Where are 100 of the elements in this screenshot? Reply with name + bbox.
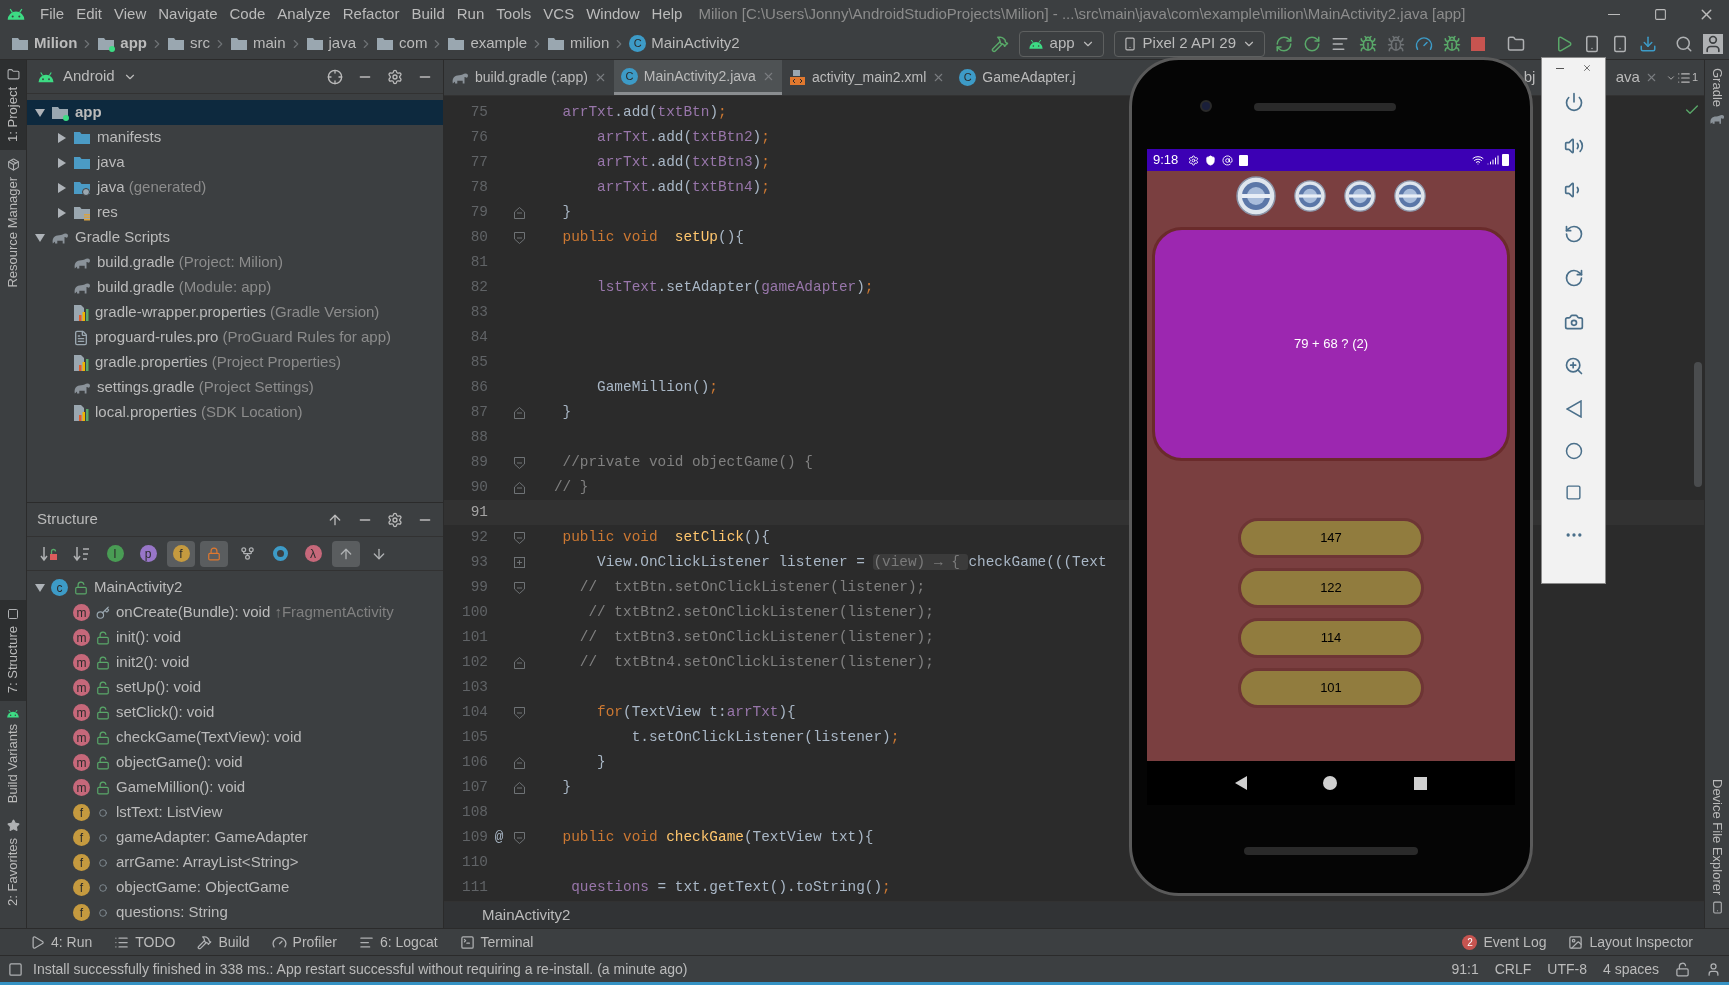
structure-item[interactable]: m setClick(): void (27, 700, 443, 725)
status-item[interactable]: CRLF (1494, 958, 1532, 980)
locate-icon[interactable] (327, 68, 343, 85)
tool-window-tab[interactable]: 2 Event Log (1462, 931, 1547, 953)
debug-icon[interactable] (1359, 34, 1377, 53)
structure-item[interactable]: f gameAdapter: GameAdapter (27, 825, 443, 850)
structure-item[interactable]: m onCreate(Bundle): void ↑FragmentActivity (27, 600, 443, 625)
stop-icon[interactable] (1471, 36, 1485, 51)
tool-window-tab[interactable]: 2: Favorites (0, 811, 26, 914)
menu-item[interactable]: Window (580, 0, 646, 28)
tool-window-tab[interactable]: 6: Logcat (358, 931, 438, 953)
answer-button[interactable]: 147 (1238, 518, 1424, 558)
tool-window-tab[interactable]: Layout Inspector (1568, 931, 1693, 953)
recents-icon[interactable] (1413, 776, 1427, 790)
breadcrumb[interactable]: C MainActivity2 (626, 32, 743, 55)
breadcrumb[interactable]: Milion (8, 32, 81, 55)
back-icon[interactable] (1235, 776, 1248, 790)
settings-icon[interactable] (387, 511, 403, 528)
project-structure-icon[interactable] (1507, 34, 1525, 53)
minimize-icon[interactable] (1555, 67, 1564, 69)
structure-item[interactable]: f arrGame: ArrayList<String> (27, 850, 443, 875)
tree-item[interactable]: build.gradle (Project: Milion) (27, 250, 443, 275)
hammer-icon[interactable] (990, 34, 1009, 53)
toolbar-toggle[interactable]: λ (299, 540, 327, 567)
tree-item[interactable]: Gradle Scripts (27, 225, 443, 250)
fold-icon[interactable] (513, 756, 525, 769)
fold-icon[interactable] (513, 831, 525, 844)
zoom-icon[interactable] (1563, 356, 1584, 376)
user-icon[interactable] (1703, 33, 1723, 54)
tool-window-tab[interactable]: Build (197, 931, 250, 953)
menu-item[interactable]: VCS (537, 0, 581, 28)
fold-icon[interactable] (513, 531, 525, 544)
answer-button[interactable]: 101 (1238, 668, 1424, 708)
collapsed-arrow-icon[interactable] (57, 132, 67, 143)
tool-window-tab[interactable]: TODO (114, 931, 176, 953)
fold-icon[interactable] (513, 406, 525, 419)
expanded-arrow-icon[interactable] (35, 107, 45, 118)
editor-tab[interactable]: ava (1615, 66, 1666, 89)
toolbar-toggle[interactable]: p (134, 540, 162, 567)
camera-icon[interactable] (1563, 312, 1584, 332)
sdk-manager-icon[interactable] (1639, 34, 1657, 53)
toolbar-toggle[interactable] (332, 540, 360, 567)
fold-icon[interactable] (513, 581, 525, 594)
menu-item[interactable]: Code (223, 0, 272, 28)
device-manager-icon[interactable] (1583, 34, 1601, 53)
search-icon[interactable] (1675, 34, 1693, 53)
rotate-left-icon[interactable] (1563, 224, 1584, 244)
answer-button[interactable]: 114 (1238, 618, 1424, 658)
settings-icon[interactable] (387, 68, 403, 85)
menu-item[interactable]: Tools (490, 0, 538, 28)
tool-window-tab[interactable]: 7: Structure (0, 599, 26, 701)
breadcrumb[interactable]: example (444, 32, 531, 55)
user-icon[interactable] (1706, 961, 1721, 977)
profile-icon[interactable] (1415, 34, 1433, 53)
tool-window-tab[interactable]: Device File Explorer (1705, 770, 1729, 922)
fold-icon[interactable] (513, 206, 525, 219)
editor-tab[interactable]: activity_main2.xml (781, 60, 953, 95)
structure-item[interactable]: f lstText: ListView (27, 800, 443, 825)
home-icon[interactable] (1323, 776, 1338, 790)
structure-item[interactable]: f objectGame: ObjectGame (27, 875, 443, 900)
menu-item[interactable]: Help (645, 0, 689, 28)
device-dropdown[interactable]: Pixel 2 API 29 (1113, 30, 1265, 57)
structure-item[interactable]: f questions: String (27, 900, 443, 925)
editor-tab[interactable]: C GameAdapter.j (952, 60, 1083, 95)
menu-item[interactable]: File (34, 0, 71, 28)
breadcrumb[interactable]: java (302, 32, 360, 55)
menu-item[interactable]: Navigate (152, 0, 224, 28)
tree-item[interactable]: build.gradle (Module: app) (27, 275, 443, 300)
fold-icon[interactable] (513, 481, 525, 494)
structure-item[interactable]: m checkGame(TextView): void (27, 725, 443, 750)
tree-item[interactable]: java (generated) (27, 175, 443, 200)
answer-button[interactable]: 122 (1238, 568, 1424, 608)
rotate-right-icon[interactable] (1563, 268, 1584, 288)
overview-icon[interactable] (1565, 484, 1582, 501)
structure-item[interactable]: m init(): void (27, 625, 443, 650)
expanded-arrow-icon[interactable] (35, 232, 45, 243)
tool-window-tab[interactable]: 4: Run (30, 931, 93, 953)
tree-item[interactable]: java (27, 150, 443, 175)
collapsed-arrow-icon[interactable] (57, 207, 67, 218)
editor-tab[interactable]: build.gradle (:app) (444, 60, 614, 95)
tree-item[interactable]: manifests (27, 125, 443, 150)
breadcrumb[interactable]: main (227, 32, 289, 55)
fold-icon[interactable] (513, 706, 525, 719)
breadcrumb[interactable]: src (164, 32, 213, 55)
tree-item[interactable]: gradle-wrapper.properties (Gradle Version) (27, 300, 443, 325)
attach-debugger-icon[interactable] (1387, 34, 1405, 53)
tool-window-tab[interactable]: Build Variants (0, 700, 26, 812)
tree-item[interactable]: app (27, 100, 443, 125)
breadcrumb[interactable]: com (373, 32, 431, 55)
tree-item[interactable]: gradle.properties (Project Properties) (27, 350, 443, 375)
toolbar-toggle[interactable]: I (101, 540, 129, 567)
view-dropdown[interactable]: Android (37, 65, 137, 88)
tree-item[interactable]: settings.gradle (Project Settings) (27, 375, 443, 400)
collapsed-arrow-icon[interactable] (57, 182, 67, 193)
tool-window-tab[interactable]: 1: Project (0, 60, 26, 150)
run-config-dropdown[interactable]: app (1018, 30, 1104, 57)
structure-item[interactable]: c MainActivity2 (27, 575, 443, 600)
breadcrumb[interactable]: milion (544, 32, 613, 55)
status-item[interactable]: 4 spaces (1602, 958, 1659, 980)
menu-item[interactable]: Build (405, 0, 451, 28)
